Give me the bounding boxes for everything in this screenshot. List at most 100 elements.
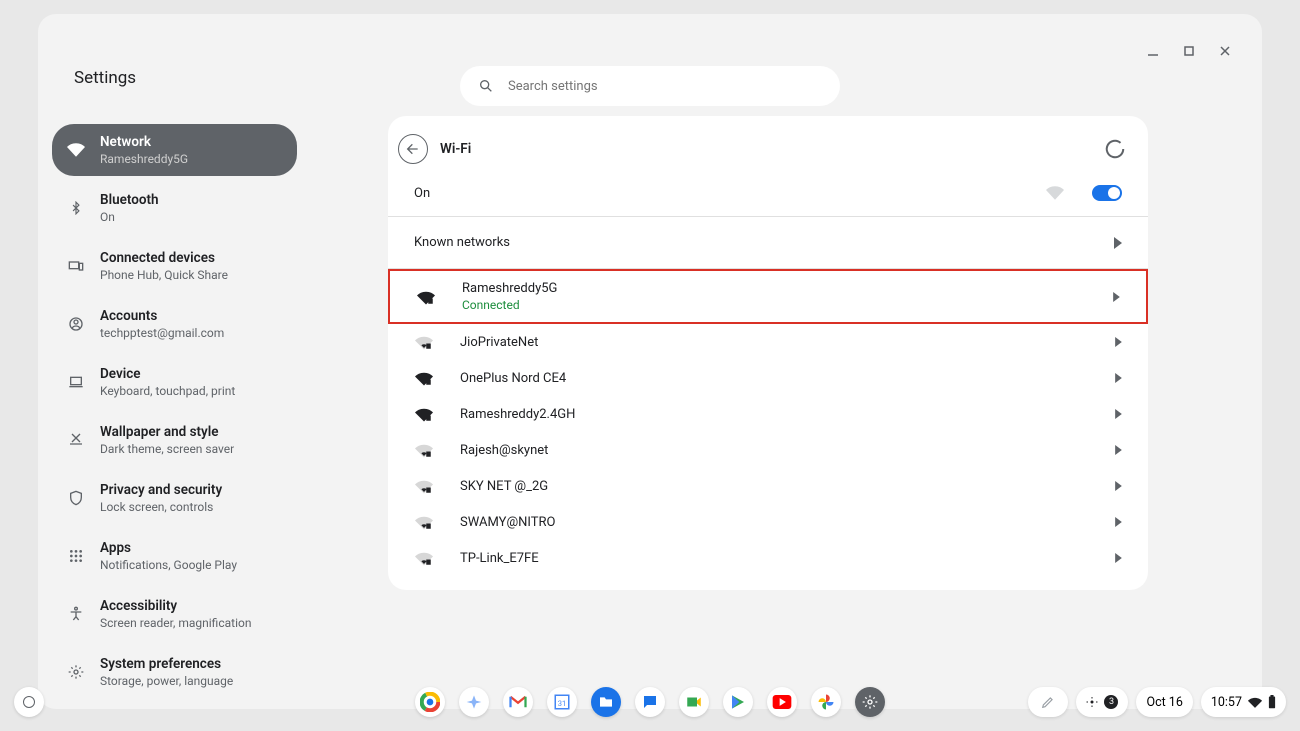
- chevron-right-icon: [1115, 445, 1122, 455]
- minimize-button[interactable]: [1144, 42, 1162, 60]
- sidebar-item-sub: Lock screen, controls: [100, 500, 222, 514]
- gear-icon: [66, 664, 86, 680]
- sidebar-item-label: Accessibility: [100, 598, 251, 614]
- shelf-app-calendar[interactable]: 31: [547, 687, 577, 717]
- sidebar-item-wallpaper[interactable]: Wallpaper and style Dark theme, screen sa…: [52, 414, 297, 466]
- launcher-icon: [23, 696, 35, 708]
- known-networks-row[interactable]: Known networks: [388, 217, 1148, 269]
- wifi-on-label: On: [414, 186, 430, 201]
- sidebar-item-sub: Keyboard, touchpad, print: [100, 384, 235, 398]
- tray-time: 10:57: [1211, 695, 1242, 710]
- wifi-signal-icon: [414, 514, 434, 530]
- network-name: SWAMY@NITRO: [460, 515, 555, 530]
- wifi-signal-icon: [414, 442, 434, 458]
- tray-date: Oct 16: [1146, 695, 1182, 710]
- maximize-button[interactable]: [1180, 42, 1198, 60]
- shelf-app-assistant[interactable]: [459, 687, 489, 717]
- chevron-right-icon: [1115, 517, 1122, 527]
- shelf-app-meet[interactable]: [679, 687, 709, 717]
- chevron-right-icon: [1115, 373, 1122, 383]
- network-name: Rajesh@skynet: [460, 443, 548, 458]
- sidebar-item-label: Bluetooth: [100, 192, 159, 208]
- known-networks-label: Known networks: [414, 235, 510, 250]
- add-wifi-icon[interactable]: [1046, 184, 1064, 202]
- shelf-app-gmail[interactable]: [503, 687, 533, 717]
- sidebar-item-device[interactable]: Device Keyboard, touchpad, print: [52, 356, 297, 408]
- network-row[interactable]: OnePlus Nord CE4: [388, 360, 1148, 396]
- wifi-toggle[interactable]: [1092, 185, 1122, 201]
- sidebar-item-accessibility[interactable]: Accessibility Screen reader, magnificatio…: [52, 588, 297, 640]
- sidebar-item-sub: Phone Hub, Quick Share: [100, 268, 228, 282]
- sidebar-item-apps[interactable]: AppsNotifications, Google Play: [52, 530, 297, 582]
- wifi-signal-icon: [414, 334, 434, 350]
- sidebar-item-label: Device: [100, 366, 235, 382]
- shield-icon: [66, 490, 86, 506]
- sidebar-item-label: Accounts: [100, 308, 224, 324]
- sidebar-item-bluetooth[interactable]: Bluetooth On: [52, 182, 297, 234]
- sidebar-item-label: Connected devices: [100, 250, 228, 266]
- network-name: OnePlus Nord CE4: [460, 371, 566, 386]
- sidebar-item-network[interactable]: NetworkRameshreddy5G: [52, 124, 297, 176]
- network-row[interactable]: SWAMY@NITRO: [388, 504, 1148, 540]
- settings-small-icon: [1086, 696, 1098, 708]
- shelf-app-chrome[interactable]: [415, 687, 445, 717]
- sidebar-item-connected-devices[interactable]: Connected devices Phone Hub, Quick Share: [52, 240, 297, 292]
- network-name: TP-Link_E7FE: [460, 551, 539, 566]
- sidebar-item-sub: On: [100, 210, 159, 224]
- sidebar-item-sub: Notifications, Google Play: [100, 558, 237, 572]
- date-pill[interactable]: Oct 16: [1136, 687, 1192, 717]
- shelf-apps: 31: [415, 687, 885, 717]
- sidebar: NetworkRameshreddy5G Bluetooth On Connect…: [52, 124, 297, 704]
- chevron-right-icon: [1115, 337, 1122, 347]
- notification-badge: 3: [1104, 695, 1118, 709]
- sidebar-item-sub: Dark theme, screen saver: [100, 442, 234, 456]
- status-pill[interactable]: 10:57: [1201, 687, 1286, 717]
- panel-title: Wi-Fi: [440, 141, 471, 157]
- stylus-button[interactable]: [1028, 687, 1068, 717]
- accessibility-icon: [66, 606, 86, 622]
- notification-tray[interactable]: 3: [1076, 687, 1128, 717]
- shelf-app-photos[interactable]: [811, 687, 841, 717]
- wifi-signal-icon: [414, 406, 434, 422]
- network-name: Rameshreddy5G: [462, 281, 557, 296]
- shelf-app-youtube[interactable]: [767, 687, 797, 717]
- laptop-icon: [66, 374, 86, 390]
- network-name: Rameshreddy2.4GH: [460, 407, 575, 422]
- shelf-app-play[interactable]: [723, 687, 753, 717]
- settings-window: Settings NetworkRameshreddy5G BluetoothO…: [38, 14, 1262, 709]
- network-row[interactable]: SKY NET @_2G: [388, 468, 1148, 504]
- back-button[interactable]: [398, 134, 428, 164]
- search-box[interactable]: [460, 66, 840, 106]
- network-row[interactable]: JioPrivateNet: [388, 324, 1148, 360]
- shelf-app-messages[interactable]: [635, 687, 665, 717]
- close-button[interactable]: [1216, 42, 1234, 60]
- network-row[interactable]: Rameshreddy5GConnected: [388, 269, 1148, 324]
- wifi-signal-icon: [414, 550, 434, 566]
- network-row[interactable]: Rajesh@skynet: [388, 432, 1148, 468]
- sidebar-item-sub: Screen reader, magnification: [100, 616, 251, 630]
- wifi-signal-icon: [416, 289, 436, 305]
- launcher-button[interactable]: [14, 687, 44, 717]
- sidebar-item-privacy[interactable]: Privacy and security Lock screen, control…: [52, 472, 297, 524]
- shelf-app-settings[interactable]: [855, 687, 885, 717]
- battery-status-icon: [1268, 695, 1276, 709]
- network-row[interactable]: TP-Link_E7FE: [388, 540, 1148, 576]
- chevron-right-icon: [1114, 237, 1122, 249]
- window-controls: [1144, 42, 1234, 60]
- sidebar-item-label: Wallpaper and style: [100, 424, 234, 440]
- network-row[interactable]: Rameshreddy2.4GH: [388, 396, 1148, 432]
- sidebar-item-sub: techpptest@gmail.com: [100, 326, 224, 340]
- search-input[interactable]: [508, 79, 822, 94]
- system-tray: 3 Oct 16 10:57: [1028, 687, 1286, 717]
- sidebar-item-label: Privacy and security: [100, 482, 222, 498]
- svg-text:31: 31: [558, 699, 566, 708]
- network-list: Rameshreddy5GConnected JioPrivateNet OnePl…: [388, 269, 1148, 576]
- sidebar-item-sub: Rameshreddy5G: [100, 152, 188, 166]
- refresh-icon[interactable]: [1104, 138, 1126, 160]
- chevron-right-icon: [1113, 292, 1120, 302]
- sidebar-item-accounts[interactable]: Accounts techpptest@gmail.com: [52, 298, 297, 350]
- wifi-status-icon: [1248, 696, 1262, 708]
- shelf-app-files[interactable]: [591, 687, 621, 717]
- network-name: JioPrivateNet: [460, 335, 538, 350]
- wallpaper-icon: [66, 432, 86, 448]
